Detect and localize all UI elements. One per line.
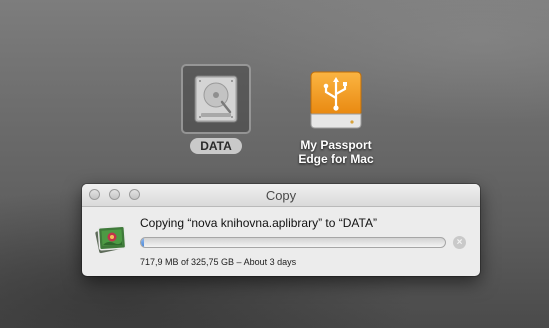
icon-label-my-passport: My Passport Edge for Mac <box>298 138 373 166</box>
copy-window: Copy Copying “nova knihovna.aplibrary” t… <box>82 184 480 276</box>
copy-progress-fill <box>141 238 144 247</box>
window-title: Copy <box>265 188 297 203</box>
copy-progress-bar <box>140 237 446 248</box>
copy-content: Copying “nova knihovna.aplibrary” to “DA… <box>82 207 480 276</box>
photo-library-icon <box>94 221 128 255</box>
usb-drive-icon <box>303 68 369 134</box>
icon-label-line-1: My Passport <box>300 138 372 152</box>
icon-label-data: DATA <box>190 138 242 154</box>
window-titlebar[interactable]: Copy <box>82 184 480 207</box>
copy-status-text: Copying “nova knihovna.aplibrary” to “DA… <box>140 216 377 230</box>
copy-detail-text: 717,9 MB of 325,75 GB – About 3 days <box>140 257 297 267</box>
desktop-icon-my-passport[interactable]: My Passport Edge for Mac <box>284 68 388 166</box>
hard-drive-icon <box>181 64 251 134</box>
desktop-icon-data[interactable]: DATA <box>176 64 256 154</box>
icon-label-line-2: Edge for Mac <box>298 152 374 166</box>
stop-button[interactable]: × <box>453 236 466 249</box>
stop-icon: × <box>456 237 463 248</box>
